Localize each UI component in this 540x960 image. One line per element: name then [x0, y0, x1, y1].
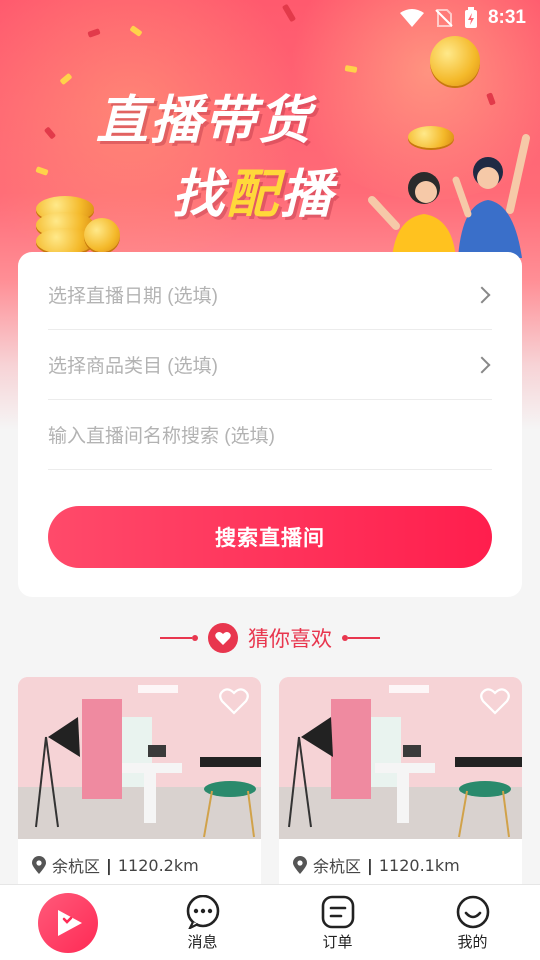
banner-title-line1: 直播带货 [96, 92, 313, 150]
chevron-right-icon [473, 356, 491, 373]
chevron-right-icon [473, 286, 491, 303]
chat-bubble-icon [186, 894, 219, 929]
date-picker-label: 选择直播日期 (选填) [48, 286, 218, 307]
tab-profile[interactable]: 我的 [405, 885, 540, 960]
live-room-location: 余杭区 | 1120.1km [293, 853, 460, 877]
search-live-room-button[interactable]: 搜索直播间 [48, 506, 492, 568]
heart-icon [208, 623, 238, 653]
live-room-location: 余杭区 | 1120.2km [32, 853, 199, 877]
distance-label: 1120.1km [378, 855, 460, 875]
favorite-heart-icon[interactable] [480, 687, 510, 715]
search-card: 选择直播日期 (选填) 选择商品类目 (选填) 输入直播间名称搜索 (选填) 搜… [18, 252, 522, 597]
status-time: 8:31 [487, 7, 526, 28]
smiley-icon [456, 895, 489, 928]
battery-icon [464, 7, 477, 28]
room-name-input[interactable]: 输入直播间名称搜索 (选填) [48, 400, 492, 470]
tab-orders[interactable]: 订单 [270, 885, 405, 960]
distance-label: 1120.2km [117, 855, 199, 875]
live-room-photo [18, 677, 261, 839]
order-icon [321, 895, 354, 928]
bottom-tab-bar: 消息 订单 我的 [0, 884, 540, 960]
live-logo-icon [37, 893, 98, 953]
tab-messages[interactable]: 消息 [135, 885, 270, 960]
banner-title-line2: 找配播 [172, 166, 335, 224]
room-name-placeholder: 输入直播间名称搜索 (选填) [48, 426, 275, 447]
coin-icon [430, 36, 480, 86]
favorite-heart-icon[interactable] [219, 687, 249, 715]
category-picker-label: 选择商品类目 (选填) [48, 356, 218, 377]
live-room-photo [279, 677, 522, 839]
tab-home[interactable] [0, 885, 135, 960]
separator: | [106, 855, 112, 875]
people-illustration [368, 134, 530, 258]
divider-left [160, 635, 198, 641]
location-pin-icon [293, 856, 307, 874]
district-label: 余杭区 [52, 857, 101, 876]
category-picker-row[interactable]: 选择商品类目 (选填) [48, 330, 492, 400]
tab-profile-label: 我的 [457, 933, 488, 951]
district-label: 余杭区 [313, 857, 362, 876]
tab-orders-label: 订单 [322, 933, 353, 951]
wifi-icon [399, 9, 424, 27]
location-pin-icon [32, 856, 46, 874]
separator: | [367, 855, 373, 875]
recommend-title: 猜你喜欢 [248, 628, 332, 651]
status-bar: 8:31 [0, 0, 540, 36]
date-picker-row[interactable]: 选择直播日期 (选填) [48, 260, 492, 330]
divider-right [342, 635, 380, 641]
coin-icon [84, 218, 120, 252]
tab-messages-label: 消息 [187, 933, 218, 951]
recommend-header: 猜你喜欢 [0, 620, 540, 656]
no-sim-icon [435, 9, 453, 27]
